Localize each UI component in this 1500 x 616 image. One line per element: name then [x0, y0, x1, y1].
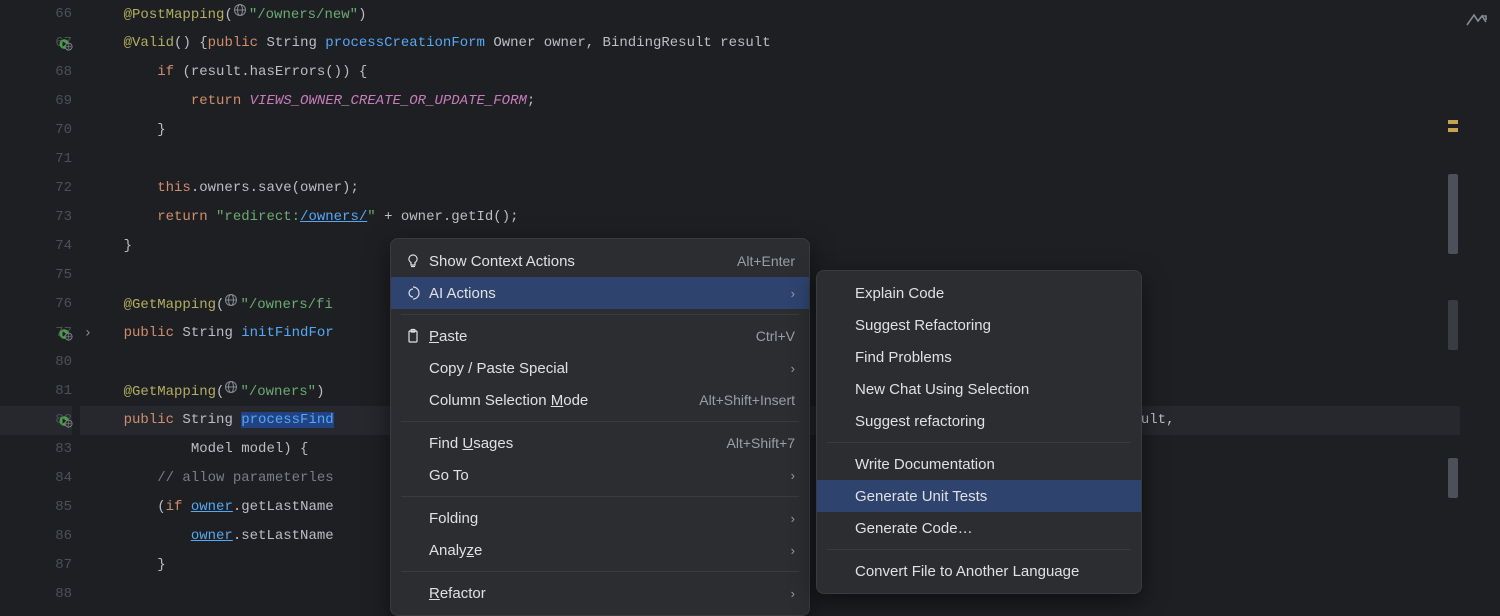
- globe-icon: [224, 377, 238, 406]
- menu-item-label: Convert File to Another Language: [855, 563, 1127, 580]
- code-line[interactable]: }: [80, 116, 1460, 145]
- code-line[interactable]: this.owners.save(owner);: [80, 174, 1460, 203]
- context-menu: Show Context ActionsAlt+Enter AI Actions ›…: [390, 238, 810, 616]
- gutter-run-icon[interactable]: [58, 36, 74, 52]
- chevron-right-icon: ›: [791, 468, 795, 483]
- line-number: 83: [0, 435, 72, 464]
- gutter: 666768697071727374757677›808182838485868…: [0, 0, 80, 600]
- line-number: 86: [0, 522, 72, 551]
- menu-item-label: Go To: [429, 467, 783, 484]
- menu-item-label: Suggest Refactoring: [855, 317, 1127, 334]
- menu-separator: [827, 442, 1131, 443]
- line-number: 77›: [0, 319, 72, 348]
- line-number: 88: [0, 580, 72, 609]
- submenu-write-doc[interactable]: Write Documentation: [817, 448, 1141, 480]
- line-number: 82: [0, 406, 72, 435]
- menu-item-label: Copy / Paste Special: [429, 360, 783, 377]
- line-number: 68: [0, 58, 72, 87]
- chevron-right-icon: ›: [791, 286, 795, 301]
- line-number: 66: [0, 0, 72, 29]
- menu-item-label: Find Problems: [855, 349, 1127, 366]
- menu-shortcut: Ctrl+V: [756, 328, 795, 344]
- menu-item-label: Column Selection Mode: [429, 392, 699, 409]
- chevron-right-icon: ›: [791, 361, 795, 376]
- menu-item-label: Generate Unit Tests: [855, 488, 1127, 505]
- menu-go-to[interactable]: Go To ›: [391, 459, 809, 491]
- line-number: 80: [0, 348, 72, 377]
- submenu-find-problems[interactable]: Find Problems: [817, 341, 1141, 373]
- menu-refactor[interactable]: Refactor ›: [391, 577, 809, 609]
- code-line[interactable]: return VIEWS_OWNER_CREATE_OR_UPDATE_FORM…: [80, 87, 1460, 116]
- clipboard-icon: [405, 328, 429, 344]
- menu-item-label: Explain Code: [855, 285, 1127, 302]
- menu-copy-paste-special[interactable]: Copy / Paste Special ›: [391, 352, 809, 384]
- menu-shortcut: Alt+Enter: [737, 253, 795, 269]
- code-line[interactable]: return "redirect:/owners/" + owner.getId…: [80, 203, 1460, 232]
- menu-analyze[interactable]: Analyze ›: [391, 534, 809, 566]
- chevron-right-icon: ›: [791, 586, 795, 601]
- menu-ctx-actions[interactable]: Show Context ActionsAlt+Enter: [391, 245, 809, 277]
- menu-find-usages[interactable]: Find UsagesAlt+Shift+7: [391, 427, 809, 459]
- chevron-right-icon: ›: [791, 511, 795, 526]
- ai-actions-submenu: Explain Code Suggest Refactoring Find Prob…: [816, 270, 1142, 594]
- line-number: 74: [0, 232, 72, 261]
- chevron-right-icon: ›: [791, 543, 795, 558]
- code-line[interactable]: @Valid() {public String processCreationF…: [80, 29, 1460, 58]
- line-number: 69: [0, 87, 72, 116]
- menu-paste[interactable]: PasteCtrl+V: [391, 320, 809, 352]
- menu-ai-actions[interactable]: AI Actions ›: [391, 277, 809, 309]
- menu-item-label: Write Documentation: [855, 456, 1127, 473]
- menu-shortcut: Alt+Shift+Insert: [699, 392, 795, 408]
- code-line[interactable]: [80, 145, 1460, 174]
- menu-item-label: Generate Code…: [855, 520, 1127, 537]
- line-number: 67: [0, 29, 72, 58]
- line-number: 72: [0, 174, 72, 203]
- gutter-run-icon[interactable]: [58, 326, 74, 342]
- menu-folding[interactable]: Folding ›: [391, 502, 809, 534]
- menu-item-label: Find Usages: [429, 435, 727, 452]
- scroll-track[interactable]: [1446, 0, 1460, 600]
- submenu-gen-tests[interactable]: Generate Unit Tests: [817, 480, 1141, 512]
- globe-icon: [233, 0, 247, 29]
- menu-item-label: Analyze: [429, 542, 783, 559]
- line-number: 76: [0, 290, 72, 319]
- menu-separator: [401, 496, 799, 497]
- bulb-icon: [405, 253, 429, 269]
- menu-item-label: AI Actions: [429, 285, 783, 302]
- menu-separator: [401, 314, 799, 315]
- ai-icon: [405, 285, 429, 301]
- globe-icon: [224, 290, 238, 319]
- ai-assistant-icon[interactable]: [1464, 8, 1488, 32]
- submenu-gen-code[interactable]: Generate Code…: [817, 512, 1141, 544]
- menu-item-label: Show Context Actions: [429, 253, 737, 270]
- menu-separator: [827, 549, 1131, 550]
- menu-item-label: Paste: [429, 328, 756, 345]
- submenu-explain[interactable]: Explain Code: [817, 277, 1141, 309]
- submenu-convert-lang[interactable]: Convert File to Another Language: [817, 555, 1141, 587]
- gutter-run-icon[interactable]: [58, 413, 74, 429]
- submenu-suggest-refactor-1[interactable]: Suggest Refactoring: [817, 309, 1141, 341]
- menu-item-label: New Chat Using Selection: [855, 381, 1127, 398]
- code-line[interactable]: @PostMapping("/owners/new"): [80, 0, 1460, 29]
- menu-item-label: Folding: [429, 510, 783, 527]
- menu-col-select[interactable]: Column Selection ModeAlt+Shift+Insert: [391, 384, 809, 416]
- submenu-new-chat[interactable]: New Chat Using Selection: [817, 373, 1141, 405]
- line-number: 73: [0, 203, 72, 232]
- menu-shortcut: Alt+Shift+7: [727, 435, 796, 451]
- submenu-suggest-refactor-2[interactable]: Suggest refactoring: [817, 405, 1141, 437]
- line-number: 84: [0, 464, 72, 493]
- code-line[interactable]: if (result.hasErrors()) {: [80, 58, 1460, 87]
- menu-separator: [401, 571, 799, 572]
- menu-item-label: Refactor: [429, 585, 783, 602]
- line-number: 75: [0, 261, 72, 290]
- line-number: 70: [0, 116, 72, 145]
- line-number: 81: [0, 377, 72, 406]
- line-number: 87: [0, 551, 72, 580]
- menu-item-label: Suggest refactoring: [855, 413, 1127, 430]
- menu-separator: [401, 421, 799, 422]
- line-number: 71: [0, 145, 72, 174]
- line-number: 85: [0, 493, 72, 522]
